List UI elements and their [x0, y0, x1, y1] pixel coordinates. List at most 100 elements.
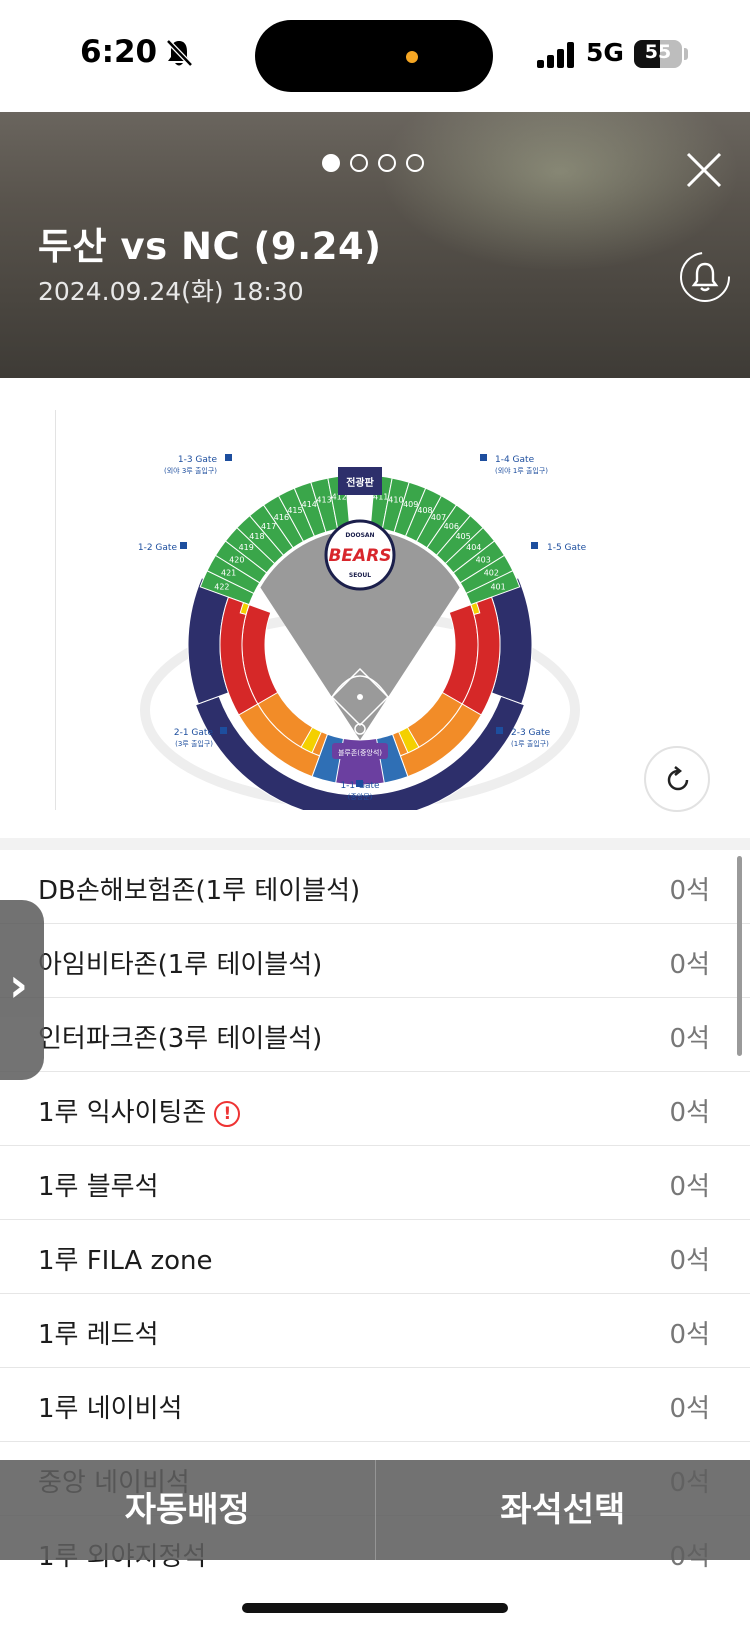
seat-zone-row[interactable]: 1루 FILA zone 0석 [0, 1220, 750, 1294]
seat-zone-label: 1루 네이비석 [38, 1394, 183, 1424]
gate-sublabel: (3루 출입구) [175, 739, 213, 748]
gate-label: 2-3 Gate [511, 728, 551, 738]
gate-marker [180, 542, 187, 549]
seat-zone-row[interactable]: 1루 블루석 0석 [0, 1146, 750, 1220]
side-panel-handle[interactable]: › [0, 900, 44, 1080]
seat-zone-list[interactable]: DB손해보험존(1루 테이블석) 0석 아임비타존(1루 테이블석) 0석 인터파크존(… [0, 838, 750, 1568]
battery-percent: 55 [644, 41, 672, 63]
section-label: 405 [455, 532, 470, 541]
seat-zone-label: 인터파크존(3루 테이블석) [38, 1024, 323, 1054]
seat-zone-row[interactable]: DB손해보험존(1루 테이블석) 0석 [0, 850, 750, 924]
bell-off-icon [166, 39, 193, 67]
select-seat-button[interactable]: 좌석선택 [376, 1460, 750, 1560]
seat-zone-row[interactable]: 1루 익사이팅존! 0석 [0, 1072, 750, 1146]
section-label: 415 [287, 506, 302, 515]
seat-zone-name: 아임비타존(1루 테이블석) [38, 944, 322, 981]
seat-count: 0석 [669, 1024, 710, 1054]
refresh-button[interactable] [644, 746, 710, 812]
section-label: 402 [484, 569, 499, 578]
status-bar: 6:20 5G 55 [0, 0, 750, 110]
warning-icon[interactable]: ! [214, 1101, 241, 1127]
section-label: 421 [221, 569, 236, 578]
seat-count: 0석 [669, 876, 710, 906]
stadium-map-area: 422 421 420 419 418 417 416 415 414 413 412 411 410 4… [0, 380, 750, 835]
gate-sublabel: (1루 출입구) [511, 739, 549, 748]
seat-count: 0석 [669, 1320, 710, 1350]
chevron-right-icon: › [9, 958, 28, 1012]
section-label: 422 [214, 582, 229, 591]
seat-zone-name: 인터파크존(3루 테이블석) [38, 1018, 322, 1055]
gate-sublabel: (외야 1루 출입구) [495, 466, 548, 475]
refresh-icon [667, 766, 689, 791]
section-label: 407 [431, 513, 446, 522]
seat-zone-label: 1루 블루석 [38, 1172, 159, 1202]
signal-icon [537, 42, 574, 68]
game-datetime: 2024.09.24(화) 18:30 [38, 277, 304, 306]
section-label: 406 [444, 522, 459, 531]
seat-count: 0석 [669, 1394, 710, 1424]
seat-zone-row[interactable]: 아임비타존(1루 테이블석) 0석 [0, 924, 750, 998]
gate-marker [496, 727, 503, 734]
gate-label: 1-5 Gate [547, 543, 587, 553]
gate-marker [480, 454, 487, 461]
list-scrollbar[interactable] [737, 856, 742, 1056]
page-dot[interactable] [322, 154, 340, 172]
game-title: 두산 vs NC (9.24) [38, 225, 382, 268]
section-label: 410 [388, 495, 403, 504]
seat-zone-label: DB손해보험존(1루 테이블석) [38, 876, 361, 906]
seat-zone-name: 1루 블루석 [38, 1166, 159, 1203]
gate-label: 1-2 Gate [138, 543, 178, 553]
seat-zone-label: 1루 레드석 [38, 1320, 159, 1350]
close-icon[interactable] [682, 148, 726, 192]
gate-marker [225, 454, 232, 461]
gate-label: 1-1 Gate [340, 781, 380, 791]
section-label: 417 [261, 522, 276, 531]
gate-label: 1-3 Gate [178, 455, 218, 465]
section-label: 413 [316, 495, 331, 504]
seat-zone-name: DB손해보험존(1루 테이블석) [38, 870, 360, 907]
battery-icon: 55 [634, 40, 682, 68]
seat-count: 0석 [669, 1172, 710, 1202]
page-indicator [322, 154, 424, 172]
team-logo-top: DOOSAN [345, 532, 374, 539]
seat-zone-row[interactable]: 인터파크존(3루 테이블석) 0석 [0, 998, 750, 1072]
gate-label: 2-1 Gate [174, 728, 214, 738]
gate-marker [531, 542, 538, 549]
section-label: 409 [403, 500, 418, 509]
bell-icon[interactable] [678, 250, 732, 304]
page-dot[interactable] [378, 154, 396, 172]
dynamic-island [255, 20, 493, 92]
map-divider [55, 410, 56, 810]
network-label: 5G [586, 38, 624, 67]
section-label: 401 [490, 582, 505, 591]
section-label: 414 [302, 500, 317, 509]
seat-zone-label: 아임비타존(1루 테이블석) [38, 950, 323, 980]
seat-zone-row[interactable]: 1루 네이비석 0석 [0, 1368, 750, 1442]
gate-marker [220, 727, 227, 734]
bottom-action-bar: 자동배정 좌석선택 [0, 1460, 750, 1560]
section-label: 403 [476, 555, 491, 564]
gate-sublabel: (외야 3루 출입구) [164, 466, 217, 475]
seat-zone-label: 1루 FILA zone [38, 1246, 213, 1276]
seat-count: 0석 [669, 1098, 710, 1128]
gate-label: 1-4 Gate [495, 455, 535, 465]
team-logo-text: BEARS [328, 546, 391, 566]
seat-zone-row[interactable]: 1루 레드석 0석 [0, 1294, 750, 1368]
status-time: 6:20 [80, 34, 158, 70]
section-label: 420 [229, 555, 244, 564]
home-indicator[interactable] [242, 1603, 508, 1613]
battery-cap [684, 48, 688, 60]
page-dot[interactable] [350, 154, 368, 172]
auto-assign-button[interactable]: 자동배정 [0, 1460, 375, 1560]
team-logo-bottom: SEOUL [349, 572, 371, 579]
seat-count: 0석 [669, 1246, 710, 1276]
pitcher-mound [357, 694, 363, 700]
section-label: 419 [239, 543, 254, 552]
game-header: 두산 vs NC (9.24) 2024.09.24(화) 18:30 [0, 112, 750, 378]
seat-zone-name: 1루 익사이팅존! [38, 1092, 241, 1129]
scoreboard-label: 전광판 [346, 476, 374, 489]
page-dot[interactable] [406, 154, 424, 172]
stadium-map[interactable]: 422421420419418417416415414 413 412 411 410 4… [125, 410, 615, 810]
central-section-label: 블루존(중앙석) [338, 748, 382, 757]
seat-zone-label: 1루 익사이팅존 [38, 1098, 207, 1128]
